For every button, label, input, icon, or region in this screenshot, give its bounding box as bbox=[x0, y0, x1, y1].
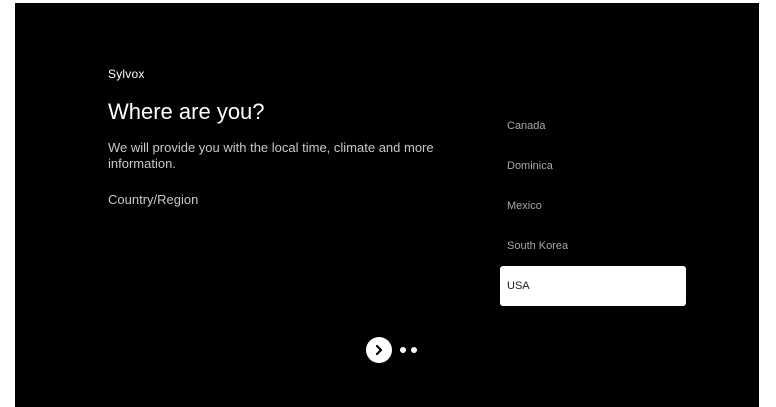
country-item-canada[interactable]: Canada bbox=[500, 106, 686, 146]
country-item-usa[interactable]: USA bbox=[500, 266, 686, 306]
country-item-mexico[interactable]: Mexico bbox=[500, 186, 686, 226]
setup-screen: Sylvox Where are you? We will provide yo… bbox=[15, 3, 759, 407]
chevron-right-icon bbox=[375, 344, 383, 356]
country-list: Canada Dominica Mexico South Korea USA bbox=[500, 106, 686, 306]
country-item-dominica[interactable]: Dominica bbox=[500, 146, 686, 186]
page-title: Where are you? bbox=[108, 99, 265, 124]
page-description: We will provide you with the local time,… bbox=[108, 140, 434, 171]
page-indicator-dot bbox=[400, 347, 406, 353]
brand-logo: Sylvox bbox=[108, 67, 145, 81]
country-item-south-korea[interactable]: South Korea bbox=[500, 226, 686, 266]
page-indicator-dot bbox=[411, 347, 417, 353]
country-region-label: Country/Region bbox=[108, 192, 199, 207]
page-navigation bbox=[366, 337, 417, 363]
next-button[interactable] bbox=[366, 337, 392, 363]
